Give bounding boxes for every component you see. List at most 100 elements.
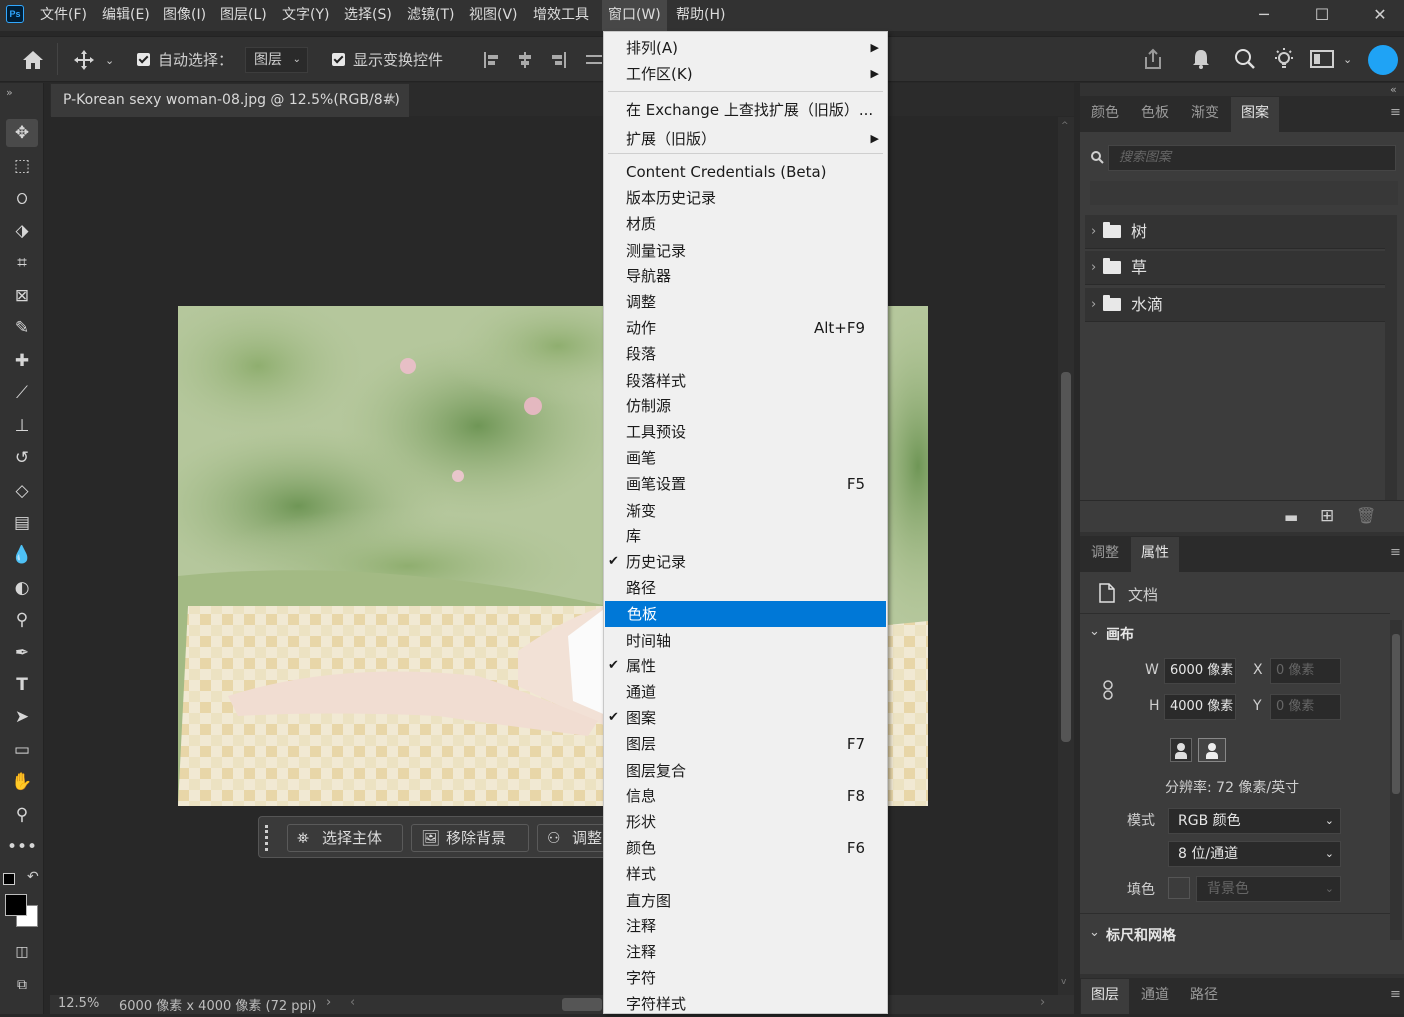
window-menu-item[interactable]: 段落样式 [604,368,887,394]
mode-select[interactable]: RGB 颜色 ⌄ [1168,808,1341,834]
document-tab[interactable]: P-Korean sexy woman-08.jpg @ 12.5%(RGB/8… [51,84,409,117]
swap-colors-icon[interactable]: ↶ [27,869,39,885]
tab-properties[interactable]: 属性 [1131,537,1179,572]
default-colors-icon[interactable] [3,873,15,885]
checkbox-checked-icon[interactable] [332,53,345,66]
window-menu-item[interactable]: 信息 F8 [604,783,887,809]
window-menu-item[interactable]: 排列(A) ▶ [604,35,887,61]
fill-color-swatch[interactable] [1168,877,1190,899]
window-menu-item[interactable]: 字符样式 [604,991,887,1017]
window-menu-item[interactable]: 画笔设置 F5 [604,471,887,497]
workspace-icon[interactable] [1310,50,1334,68]
rulers-grids-section-title[interactable]: 标尺和网格 [1106,925,1176,945]
window-menu-item[interactable]: 图案 ✔ [604,705,887,731]
maximize-button[interactable]: ☐ [1299,0,1345,31]
select-subject-button[interactable]: ⛯ 选择主体 [287,824,403,852]
minimize-button[interactable]: ─ [1241,0,1287,31]
scroll-right-icon[interactable]: › [1040,995,1045,1010]
dodge-tool-icon[interactable]: ◐ [6,574,38,602]
screen-mode-icon[interactable]: ⧉ [6,971,38,999]
tab-adjustments[interactable]: 调整 [1081,537,1129,569]
pen-tool-icon[interactable]: ✒ [6,639,38,667]
portrait-orientation-icon[interactable] [1170,738,1192,762]
more-tools-icon[interactable]: ••• [6,833,38,861]
zoom-tool-icon[interactable]: ⚲ [6,801,38,829]
chevron-right-icon[interactable]: › [326,995,331,1010]
show-transform-checkbox[interactable]: 显示变换控件 [332,50,443,70]
window-menu-item[interactable]: 工具预设 [604,419,887,445]
window-menu-item[interactable]: 库 [604,523,887,549]
window-menu-item[interactable]: 颜色 F6 [604,835,887,861]
chevron-down-icon[interactable]: ⌄ [1089,624,1100,639]
window-menu-item[interactable]: 在 Exchange 上查找扩展（旧版）... [604,97,887,123]
menu-layer[interactable]: 图层(L) [214,0,273,31]
menu-type[interactable]: 文字(Y) [276,0,335,31]
menu-image[interactable]: 图像(I) [157,0,212,31]
window-menu-item[interactable]: 历史记录 ✔ [604,549,887,575]
drag-handle-icon[interactable] [265,825,271,851]
rectangle-tool-icon[interactable]: ▭ [6,736,38,764]
pattern-group-row[interactable]: › 树 [1085,215,1385,249]
bell-icon[interactable] [1190,48,1212,70]
new-pattern-icon[interactable]: ⊞ [1320,506,1334,526]
pattern-group-row[interactable]: › 水滴 [1085,288,1385,322]
frame-tool-icon[interactable]: ⊠ [6,282,38,310]
chevron-down-icon[interactable]: ⌄ [1089,925,1100,940]
move-tool-icon[interactable]: ✥ [6,119,38,147]
tab-paths[interactable]: 路径 [1180,979,1228,1011]
window-menu-item[interactable]: 通道 [604,679,887,705]
window-menu-item[interactable]: 画笔 [604,445,887,471]
healing-brush-tool-icon[interactable]: ✚ [6,347,38,375]
menu-window[interactable]: 窗口(W) [602,0,667,31]
share-icon[interactable] [1142,48,1164,70]
width-input[interactable]: 6000 像素 [1164,658,1236,684]
menu-help[interactable]: 帮助(H) [670,0,731,31]
hand-tool-icon[interactable]: ✋ [6,768,38,796]
window-menu-item[interactable]: 导航器 [604,263,887,289]
menu-view[interactable]: 视图(V) [463,0,524,31]
window-menu-item[interactable]: 直方图 [604,888,887,914]
canvas-section-title[interactable]: 画布 [1106,624,1134,644]
history-brush-tool-icon[interactable]: ↺ [6,444,38,472]
menu-select[interactable]: 选择(S) [338,0,398,31]
bit-depth-select[interactable]: 8 位/通道 ⌄ [1168,841,1341,867]
checkbox-checked-icon[interactable] [137,53,150,66]
window-menu-item[interactable]: 调整 [604,289,887,315]
brush-tool-icon[interactable]: ⟋ [6,379,38,407]
chevron-right-icon[interactable]: › [1091,251,1096,285]
window-menu-item[interactable]: 时间轴 [604,628,887,654]
window-menu-item[interactable]: 版本历史记录 [604,185,887,211]
panel-menu-icon[interactable]: ≡ [1390,105,1401,120]
zoom-level[interactable]: 12.5% [58,996,99,1011]
window-menu-item[interactable]: 工作区(K) ▶ [604,61,887,87]
close-window-button[interactable]: ✕ [1357,0,1403,31]
properties-scrollbar[interactable] [1390,620,1402,940]
window-menu-item[interactable]: 材质 [604,211,887,237]
auto-select-target-dropdown[interactable]: 图层 ⌄ [245,47,308,73]
window-menu-item[interactable]: 图层复合 [604,758,887,784]
align-right-icon[interactable] [549,51,567,69]
quick-mask-icon[interactable]: ◫ [6,938,38,966]
menu-edit[interactable]: 编辑(E) [96,0,156,31]
new-group-folder-icon[interactable]: ▬ [1284,508,1298,526]
window-menu-item[interactable]: 色板 [605,601,886,627]
collapse-panels-icon[interactable]: « [1390,83,1397,96]
x-input[interactable]: 0 像素 [1270,658,1341,684]
eyedropper-tool-icon[interactable]: ✎ [6,314,38,342]
window-menu-item[interactable]: 注释 [604,913,887,939]
vertical-scrollbar[interactable]: ^ v [1058,117,1074,995]
panel-menu-icon[interactable]: ≡ [1390,987,1401,1002]
tab-swatches[interactable]: 色板 [1131,97,1179,129]
patterns-scrollbar[interactable] [1385,215,1397,500]
window-menu-item[interactable]: 字符 [604,965,887,991]
clone-stamp-tool-icon[interactable]: ⊥ [6,412,38,440]
tab-color[interactable]: 颜色 [1081,97,1129,129]
chevron-down-icon[interactable]: ⌄ [105,51,114,71]
auto-select-checkbox[interactable]: 自动选择： [137,50,233,70]
window-menu-item[interactable]: 渐变 [604,498,887,524]
scroll-left-icon[interactable]: ‹ [350,995,355,1010]
window-menu-item[interactable]: 仿制源 [604,393,887,419]
menu-plugins[interactable]: 增效工具 [527,0,595,31]
tab-layers[interactable]: 图层 [1081,979,1129,1014]
window-menu-item[interactable]: 样式 [604,861,887,887]
